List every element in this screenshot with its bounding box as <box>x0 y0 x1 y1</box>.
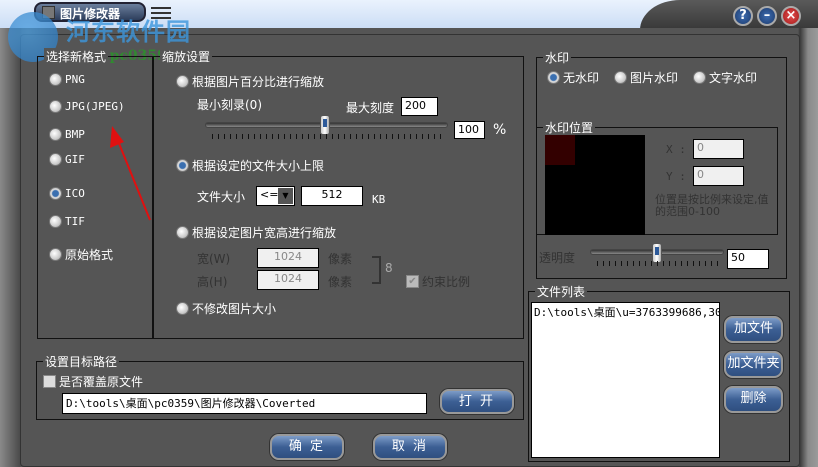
x-input[interactable]: 0 <box>693 139 744 159</box>
watermark-none-radio[interactable]: 无水印 <box>547 69 599 86</box>
watermark-text-radio[interactable]: 文字水印 <box>693 69 757 86</box>
add-folder-button[interactable]: 加文件夹 <box>724 351 783 378</box>
format-original[interactable]: 原始格式 <box>49 246 113 263</box>
scale-legend: 缩放设置 <box>160 48 213 65</box>
scale-by-percent-radio[interactable]: 根据图片百分比进行缩放 <box>176 73 324 90</box>
format-jpg[interactable]: JPG(JPEG) <box>49 100 125 113</box>
opacity-input[interactable]: 50 <box>727 249 769 269</box>
position-marker[interactable] <box>545 135 575 165</box>
max-scale-input[interactable]: 200 <box>401 97 438 116</box>
cancel-button[interactable]: 取 消 <box>373 434 447 460</box>
format-ico[interactable]: ICO <box>49 187 85 200</box>
ok-button[interactable]: 确 定 <box>270 434 344 460</box>
min-scale-label: 最小刻录(0) <box>197 98 262 112</box>
opacity-label: 透明度 <box>539 251 576 265</box>
close-button[interactable]: × <box>781 6 801 26</box>
target-path-legend: 设置目标路径 <box>43 353 120 370</box>
delete-button[interactable]: 删除 <box>724 386 783 413</box>
scale-by-dimension-radio[interactable]: 根据设定图片宽高进行缩放 <box>176 224 336 241</box>
file-size-label: 文件大小 <box>197 190 246 204</box>
watermark-image-radio[interactable]: 图片水印 <box>614 69 678 86</box>
file-list-item[interactable]: D:\tools\桌面\u=3763399686,3040 <box>534 304 719 320</box>
chevron-down-icon[interactable]: ▼ <box>278 188 293 204</box>
open-button[interactable]: 打 开 <box>440 389 514 414</box>
y-input[interactable]: 0 <box>693 166 744 186</box>
max-scale-label: 最大刻度 <box>346 101 395 115</box>
height-unit: 像素 <box>328 275 353 289</box>
keep-ratio-checkbox[interactable]: ✔ 约束比例 <box>406 273 470 290</box>
overwrite-checkbox[interactable]: 是否覆盖原文件 <box>43 373 143 390</box>
format-tif[interactable]: TIF <box>49 215 85 228</box>
watermark-position-legend: 水印位置 <box>543 119 596 136</box>
file-list-legend: 文件列表 <box>535 283 588 300</box>
size-unit-label: KB <box>372 193 386 206</box>
minimize-button[interactable]: – <box>757 6 777 26</box>
format-bmp[interactable]: BMP <box>49 128 85 141</box>
site-logo-text: 河东软件园 <box>66 18 191 46</box>
help-button[interactable]: ? <box>733 6 753 26</box>
add-file-button[interactable]: 加文件 <box>724 316 783 343</box>
percent-slider-thumb[interactable] <box>320 115 330 135</box>
height-input[interactable]: 1024 <box>257 270 319 290</box>
format-png[interactable]: PNG <box>49 73 85 86</box>
red-arrow-annotation <box>110 126 151 221</box>
height-label: 高(H) <box>197 275 228 289</box>
percent-sign: % <box>493 122 507 138</box>
x-label: X : <box>666 143 686 156</box>
format-gif[interactable]: GIF <box>49 153 85 166</box>
link-bracket <box>372 256 381 284</box>
file-size-input[interactable]: 512 <box>301 186 363 206</box>
no-resize-radio[interactable]: 不修改图片大小 <box>176 300 276 317</box>
file-listbox[interactable]: D:\tools\桌面\u=3763399686,3040 <box>531 302 720 458</box>
percent-slider-ticks <box>212 134 444 139</box>
format-legend: 选择新格式 <box>44 48 109 65</box>
size-operator-select[interactable]: <= ▼ <box>256 186 295 206</box>
target-path-input[interactable]: D:\tools\桌面\pc0359\图片修改器\Coverted <box>62 393 427 414</box>
scale-by-size-radio[interactable]: 根据设定的文件大小上限 <box>176 157 324 174</box>
width-unit: 像素 <box>328 252 353 266</box>
opacity-slider-thumb[interactable] <box>652 243 662 263</box>
position-preview[interactable] <box>545 135 645 235</box>
width-label: 宽(W) <box>197 252 231 266</box>
percent-input[interactable]: 100 <box>454 121 485 139</box>
watermark-legend: 水印 <box>543 49 572 66</box>
y-label: Y : <box>666 170 686 183</box>
opacity-slider-ticks <box>597 261 719 266</box>
position-hint: 位置是按比例来设定,值的范围0-100 <box>655 193 769 218</box>
width-input[interactable]: 1024 <box>257 248 319 268</box>
link-icon[interactable]: 8 <box>385 261 393 275</box>
